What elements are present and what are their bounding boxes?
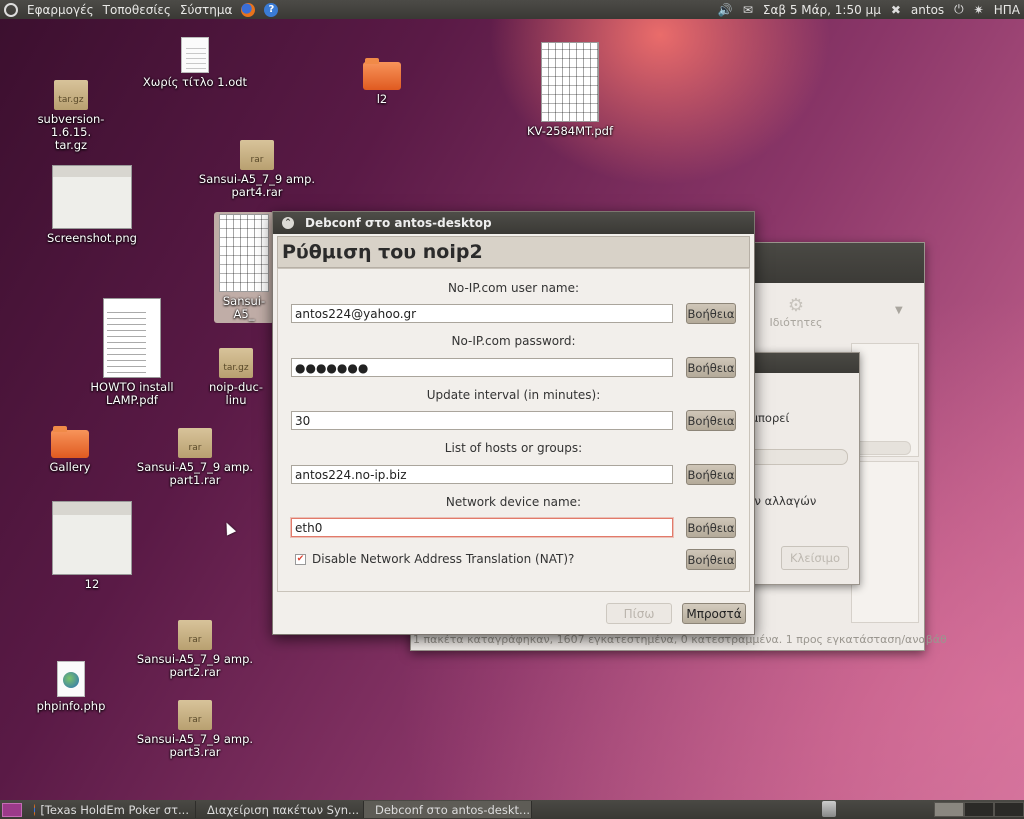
debconf-dialog[interactable]: ⌃ Debconf στο antos-desktop Ρύθμιση του … — [272, 211, 755, 635]
next-button[interactable]: Μπροστά — [682, 603, 746, 624]
archive-icon — [178, 700, 212, 730]
interval-input[interactable] — [291, 411, 673, 430]
folder-icon — [363, 58, 401, 90]
archive-icon — [219, 348, 253, 378]
workspace-3[interactable] — [994, 802, 1024, 817]
taskbar-item-debconf[interactable]: Debconf στο antos-deskt... — [364, 801, 532, 818]
mail-icon[interactable]: ✉ — [743, 3, 753, 17]
desktop-icon-sansui-part2[interactable]: Sansui-A5_7_9 amp. part2.rar — [136, 620, 254, 679]
archive-icon — [240, 140, 274, 170]
pdf-thumbnail-icon — [219, 214, 269, 292]
nat-help-button[interactable]: Βοήθεια — [686, 549, 736, 570]
archive-icon — [54, 80, 88, 110]
keyboard-layout[interactable]: ΗΠΑ — [994, 3, 1020, 17]
desktop-icon-sansui-part1[interactable]: Sansui-A5_7_9 amp. part1.rar — [136, 428, 254, 487]
dialog-title: Debconf στο antos-desktop — [305, 216, 492, 230]
desktop-icon-gallery[interactable]: Gallery — [40, 426, 100, 474]
nat-checkbox-label: Disable Network Address Translation (NAT… — [312, 552, 575, 566]
ubuntu-logo-icon[interactable] — [4, 2, 18, 17]
nat-checkbox[interactable]: ✔ — [295, 554, 306, 565]
network-icon[interactable]: ✷ — [974, 3, 984, 17]
properties-button[interactable]: ⚙ Ιδιότητες — [761, 295, 831, 329]
desktop-icon-untitled-odt[interactable]: Χωρίς τίτλο 1.odt — [140, 37, 250, 89]
php-file-icon — [57, 661, 85, 697]
username-label: No-IP.com user name: — [447, 281, 580, 295]
image-thumbnail-icon — [52, 501, 132, 575]
desktop-icon-phpinfo[interactable]: phpinfo.php — [32, 661, 110, 713]
device-label: Network device name: — [445, 495, 582, 509]
pdf-thumbnail-icon — [103, 298, 161, 378]
interval-label: Update interval (in minutes): — [426, 388, 601, 402]
trash-icon[interactable] — [822, 801, 836, 817]
document-icon — [181, 37, 209, 73]
desktop-icon-noip-duc[interactable]: noip-duc-linu — [200, 348, 272, 407]
password-input[interactable] — [291, 358, 673, 377]
firefox-icon — [34, 803, 36, 816]
image-thumbnail-icon — [52, 165, 132, 229]
taskbar-item-synaptic[interactable]: Διαχείριση πακέτων Syn... — [196, 801, 364, 818]
user-name[interactable]: antos — [911, 3, 944, 17]
power-icon[interactable]: ⏻ — [954, 2, 964, 17]
dialog-form: No-IP.com user name: Βοήθεια No-IP.com p… — [277, 268, 750, 592]
folder-icon — [51, 426, 89, 458]
back-button[interactable]: Πίσω — [606, 603, 672, 624]
taskbar-item-poker[interactable]: [Texas HoldEm Poker στ... — [28, 801, 196, 818]
desktop-icon-l2[interactable]: l2 — [352, 58, 412, 106]
hosts-help-button[interactable]: Βοήθεια — [686, 464, 736, 485]
username-help-button[interactable]: Βοήθεια — [686, 303, 736, 324]
workspace-1[interactable] — [934, 802, 964, 817]
window-menu-icon[interactable]: ⌃ — [282, 217, 294, 229]
mouse-cursor-icon — [221, 520, 237, 536]
show-desktop-icon[interactable] — [2, 802, 22, 817]
help-launcher-icon[interactable]: ? — [264, 2, 279, 17]
clock[interactable]: Σαβ 5 Μάρ, 1:50 μμ — [763, 3, 881, 17]
synaptic-info-panel — [851, 343, 919, 457]
archive-icon — [178, 620, 212, 650]
desktop-icon-screenshot[interactable]: Screenshot.png — [40, 165, 144, 245]
desktop-icon-12[interactable]: 12 — [44, 501, 140, 591]
volume-icon[interactable]: 🔊 — [718, 3, 733, 17]
password-label: No-IP.com password: — [451, 334, 576, 348]
desktop-icon-howto-lamp[interactable]: HOWTO install LAMP.pdf — [84, 298, 180, 407]
user-status-icon: ✖ — [890, 2, 901, 17]
username-input[interactable] — [291, 304, 673, 323]
archive-icon — [178, 428, 212, 458]
desktop-icon-sansui-part4[interactable]: Sansui-A5_7_9 amp. part4.rar — [198, 140, 316, 199]
bottom-panel: [Texas HoldEm Poker στ... Διαχείριση πακ… — [0, 800, 1024, 819]
firefox-launcher-icon[interactable] — [241, 2, 256, 17]
synaptic-scrollbar[interactable] — [851, 441, 911, 455]
synaptic-details-panel — [851, 461, 919, 623]
interval-help-button[interactable]: Βοήθεια — [686, 410, 736, 431]
dialog-header: Ρύθμιση του noip2 — [277, 236, 750, 268]
menu-places[interactable]: Τοποθεσίες — [103, 3, 171, 17]
menu-applications[interactable]: Εφαρμογές — [27, 3, 94, 17]
desktop-icon-subversion[interactable]: subversion-1.6.15. tar.gz — [18, 80, 124, 152]
dialog-titlebar[interactable]: ⌃ Debconf στο antos-desktop — [273, 212, 754, 234]
hosts-input[interactable] — [291, 465, 673, 484]
gear-icon: ⚙ — [787, 295, 805, 316]
desktop-icon-kv-pdf[interactable]: KV-2584MT.pdf — [520, 42, 620, 138]
workspace-2[interactable] — [964, 802, 994, 817]
toolbar-dropdown-icon[interactable]: ▼ — [895, 305, 903, 316]
top-panel: Εφαρμογές Τοποθεσίες Σύστημα ? 🔊 ✉ Σαβ 5… — [0, 0, 1024, 19]
hosts-label: List of hosts or groups: — [444, 441, 583, 455]
pdf-thumbnail-icon — [541, 42, 599, 122]
indicator-area: 🔊 ✉ Σαβ 5 Μάρ, 1:50 μμ ✖ antos ⏻ ✷ ΗΠΑ — [718, 2, 1020, 17]
desktop-icon-sansui-selected[interactable]: Sansui-A5_ — [214, 212, 274, 323]
menu-system[interactable]: Σύστημα — [180, 3, 233, 17]
main-menu: Εφαρμογές Τοποθεσίες Σύστημα ? — [4, 2, 279, 17]
password-help-button[interactable]: Βοήθεια — [686, 357, 736, 378]
device-help-button[interactable]: Βοήθεια — [686, 517, 736, 538]
desktop-icon-sansui-part3[interactable]: Sansui-A5_7_9 amp. part3.rar — [136, 700, 254, 759]
device-input[interactable] — [291, 518, 673, 537]
close-button[interactable]: Κλείσιμο — [781, 546, 849, 570]
